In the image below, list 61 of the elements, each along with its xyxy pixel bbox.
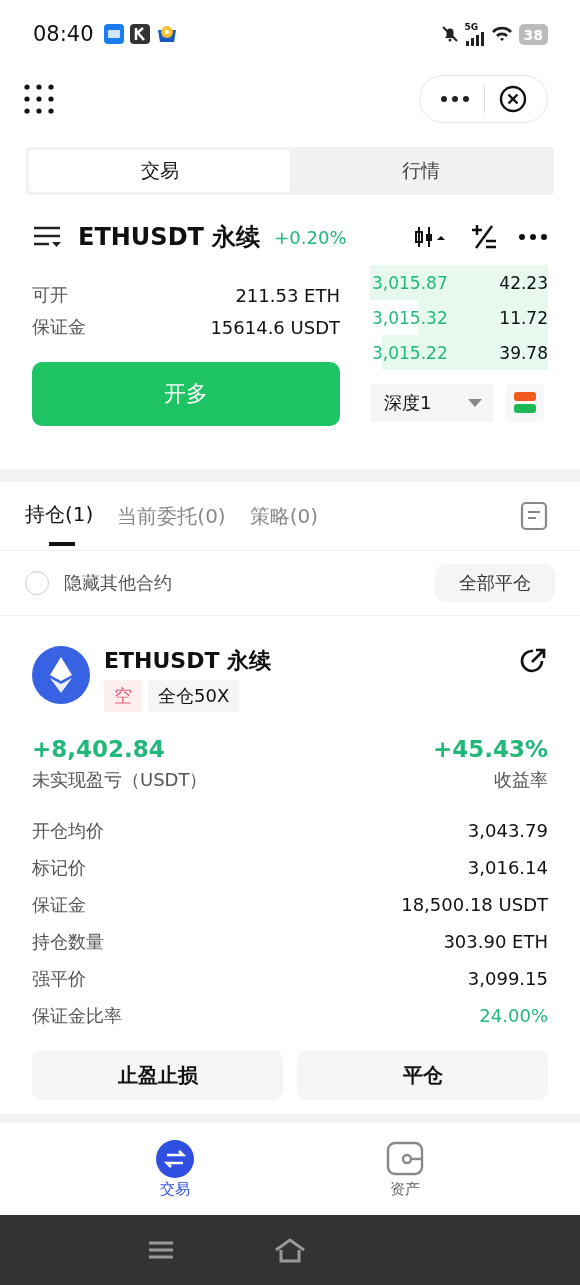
order-amount: 42.23 bbox=[499, 272, 548, 293]
detail-label: 保证金 bbox=[32, 892, 86, 917]
signal-icon bbox=[464, 31, 485, 46]
checkbox-label: 隐藏其他合约 bbox=[64, 571, 172, 595]
detail-value: 303.90 ETH bbox=[443, 931, 548, 952]
price-change: +0.20% bbox=[274, 226, 347, 248]
app-icon bbox=[103, 24, 124, 44]
info-label: 可开 bbox=[32, 283, 68, 307]
plus-minus-icon[interactable] bbox=[470, 223, 498, 251]
book-layout-icon[interactable] bbox=[506, 384, 544, 422]
detail-label: 保证金比率 bbox=[32, 1003, 122, 1028]
muted-bell-icon bbox=[440, 25, 459, 43]
order-amount: 11.72 bbox=[499, 307, 548, 328]
segment-tab[interactable]: 行情 bbox=[290, 150, 551, 192]
segment-tab[interactable]: 交易 bbox=[29, 150, 290, 192]
info-value: 15614.6 USDT bbox=[210, 316, 340, 338]
home-icon[interactable] bbox=[274, 1237, 306, 1263]
detail-label: 强平价 bbox=[32, 966, 86, 991]
detail-value: 3,099.15 bbox=[467, 968, 548, 989]
battery-indicator: 38 bbox=[518, 23, 548, 45]
detail-label: 持仓数量 bbox=[32, 929, 104, 954]
pnl-label: 未实现盈亏（USDT） bbox=[32, 768, 208, 792]
detail-label: 标记价 bbox=[32, 855, 86, 880]
nav-item[interactable]: 交易 bbox=[150, 1138, 200, 1200]
side-tag: 空 bbox=[104, 680, 142, 712]
nav-item[interactable]: 资产 bbox=[380, 1138, 430, 1200]
swap-arrows-icon bbox=[156, 1139, 194, 1178]
position-symbol: ETHUSDT 永续 bbox=[104, 647, 273, 675]
ethereum-icon bbox=[32, 646, 90, 704]
detail-value: 3,016.14 bbox=[467, 857, 548, 878]
return-label: 收益率 bbox=[494, 768, 548, 792]
symbol-title[interactable]: ETHUSDT 永续 bbox=[78, 221, 261, 253]
app-icon bbox=[155, 24, 178, 44]
depth-select[interactable]: 深度1 bbox=[370, 384, 494, 422]
position-tab[interactable]: 当前委托(0) bbox=[117, 482, 232, 550]
info-label: 保证金 bbox=[32, 315, 86, 339]
order-amount: 39.78 bbox=[499, 342, 548, 363]
more-icon[interactable] bbox=[440, 95, 470, 103]
return-rate: +45.43% bbox=[432, 736, 548, 762]
action-button[interactable]: 止盈止损 bbox=[32, 1050, 283, 1100]
unrealized-pnl: +8,402.84 bbox=[32, 736, 166, 762]
grid-menu-icon[interactable] bbox=[24, 84, 54, 114]
status-time: 08:40 bbox=[33, 22, 94, 46]
detail-value: 3,043.79 bbox=[467, 820, 548, 841]
detail-value: 24.00% bbox=[479, 1005, 548, 1026]
menu-icon[interactable] bbox=[32, 224, 62, 250]
network-type: 5G bbox=[464, 22, 479, 32]
document-icon[interactable] bbox=[520, 501, 548, 531]
close-all-button[interactable]: 全部平仓 bbox=[435, 564, 555, 602]
caret-down-icon bbox=[468, 399, 482, 407]
app-icon bbox=[129, 24, 150, 44]
position-tab[interactable]: 策略(0) bbox=[249, 482, 325, 550]
wifi-icon bbox=[490, 25, 513, 43]
detail-value: 18,500.18 USDT bbox=[401, 894, 548, 915]
detail-label: 开仓均价 bbox=[32, 818, 104, 843]
info-value: 211.53 ETH bbox=[235, 284, 340, 306]
leverage-tag: 全仓50X bbox=[148, 680, 240, 712]
action-button[interactable]: 平仓 bbox=[297, 1050, 548, 1100]
wallet-icon bbox=[386, 1139, 424, 1178]
more-icon[interactable] bbox=[518, 233, 548, 241]
close-icon[interactable] bbox=[499, 85, 527, 113]
